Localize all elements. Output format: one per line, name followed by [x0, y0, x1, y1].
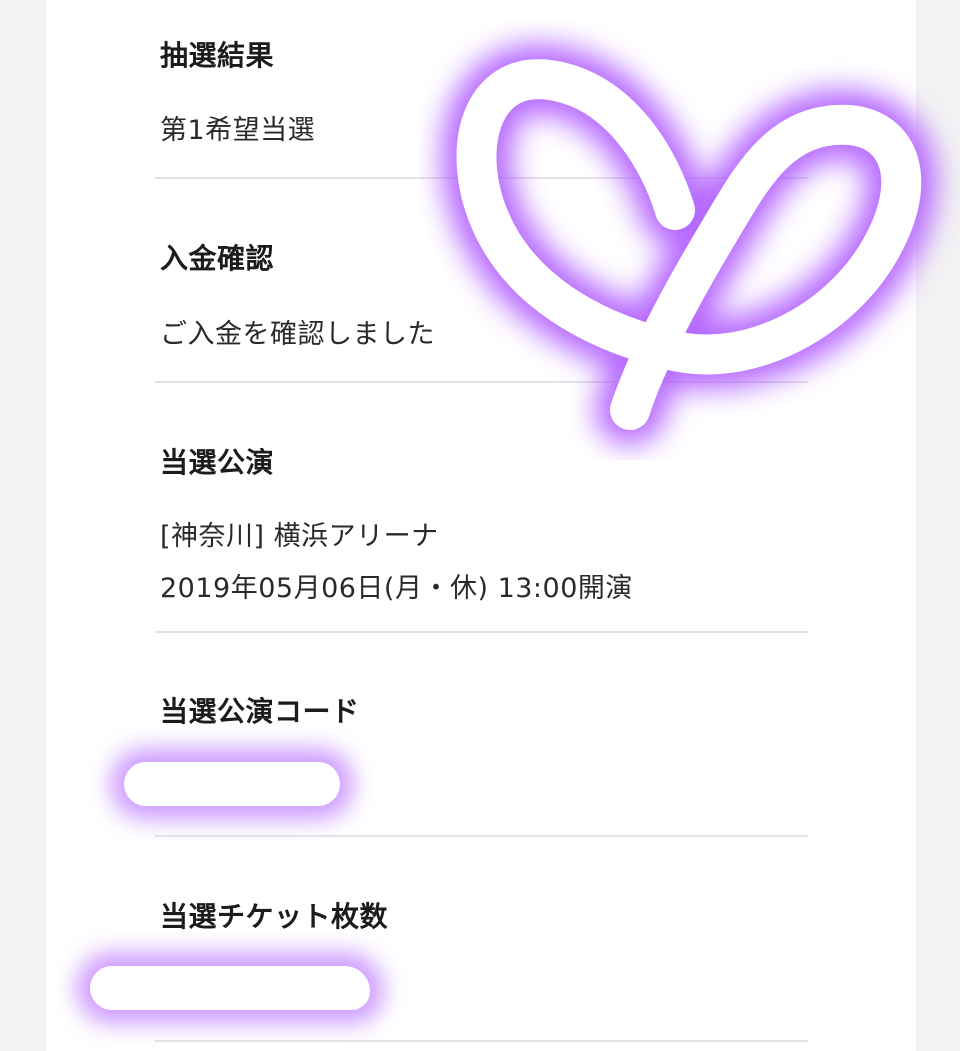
divider [155, 631, 808, 633]
performance-code-label: 当選公演コード [160, 695, 360, 728]
screen: 抽選結果 第1希望当選 入金確認 ご入金を確認しました 当選公演 [神奈川] 横… [0, 0, 960, 1051]
redacted-performance-code [124, 762, 340, 806]
payment-confirmation-value: ご入金を確認しました [160, 319, 435, 350]
divider [155, 1040, 808, 1042]
divider [155, 177, 808, 179]
ticket-count-label: 当選チケット枚数 [160, 900, 389, 933]
lottery-result-value: 第1希望当選 [160, 115, 316, 146]
lottery-result-label: 抽選結果 [160, 39, 275, 72]
payment-confirmation-label: 入金確認 [160, 242, 275, 275]
divider [155, 835, 808, 837]
winning-performance-label: 当選公演 [160, 446, 275, 479]
performance-venue: [神奈川] 横浜アリーナ [160, 521, 439, 552]
redacted-ticket-count [90, 966, 370, 1010]
performance-datetime: 2019年05月06日(月・休) 13:00開演 [160, 573, 633, 604]
divider [155, 381, 808, 383]
left-gutter [0, 0, 46, 1051]
right-gutter [916, 0, 960, 1051]
